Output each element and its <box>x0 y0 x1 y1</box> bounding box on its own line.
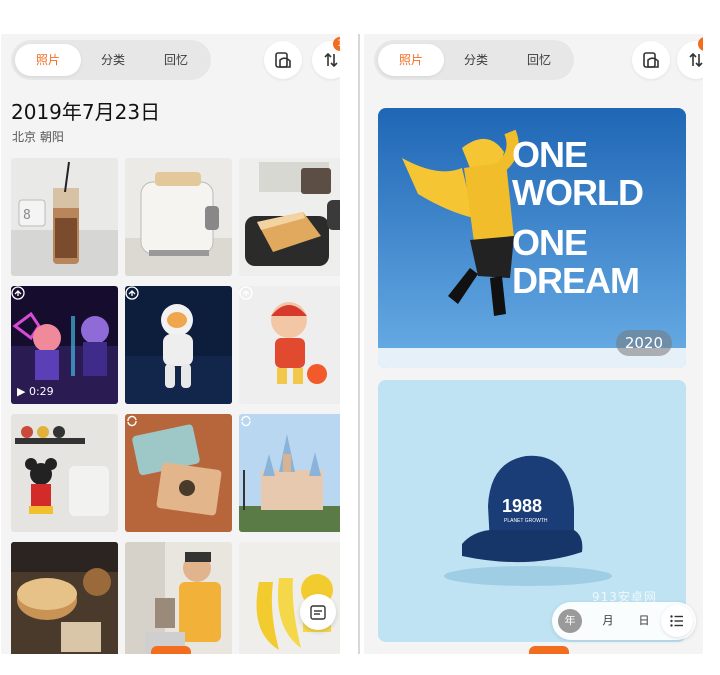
sync-icon <box>241 415 251 427</box>
video-duration-text: 0:29 <box>28 385 54 398</box>
album-icon <box>643 52 659 68</box>
year-label: 2020 <box>615 330 672 356</box>
list-icon <box>670 615 683 627</box>
view-tab-bar: 照片 分类 回忆 <box>11 40 211 80</box>
video-duration: ▶ 0:29 <box>17 385 54 398</box>
notification-badge: 12 <box>698 37 703 51</box>
scale-month[interactable]: 月 <box>596 609 620 633</box>
svg-text:8: 8 <box>23 208 31 223</box>
photo-thumb-cooking[interactable] <box>125 542 232 654</box>
photo-thumb-boy-figure[interactable] <box>239 286 340 404</box>
scale-year[interactable]: 年 <box>558 609 582 633</box>
poster-line-2: ONE DREAM <box>512 222 640 301</box>
cap-sub-text: PLANET GROWTH <box>504 518 548 524</box>
screen-divider <box>358 34 360 654</box>
photo-thumb-coffee[interactable]: 8 <box>11 158 118 276</box>
scale-day[interactable]: 日 <box>632 609 656 633</box>
photo-thumb-toast[interactable] <box>239 158 340 276</box>
list-view-button[interactable] <box>661 605 693 637</box>
cloud-upload-icon <box>239 286 253 300</box>
tab-memories[interactable]: 回忆 <box>145 44 207 76</box>
cloud-upload-icon <box>11 286 25 300</box>
bottom-nav-indicator <box>151 646 191 654</box>
cloud-upload-icon <box>125 286 139 300</box>
poster-text: ONE WORLD ONE DREAM <box>512 136 686 300</box>
time-scale-switcher: 年 月 日 <box>552 602 696 640</box>
location-label: 北京 朝阳 <box>12 130 64 144</box>
photo-thumb-pie[interactable] <box>11 542 118 654</box>
tab-categories[interactable]: 分类 <box>83 44 143 76</box>
view-tab-bar: 照片 分类 回忆 <box>374 40 574 80</box>
poster-line-1: ONE WORLD <box>512 134 644 213</box>
tab-photos[interactable]: 照片 <box>15 44 81 76</box>
photo-thumb-castle[interactable] <box>239 414 340 532</box>
calendar-icon <box>310 605 326 620</box>
photo-thumb-astronaut[interactable] <box>125 286 232 404</box>
sort-arrows-icon <box>324 52 338 68</box>
sort-arrows-icon <box>689 52 703 68</box>
photo-thumb-neon-figures[interactable]: ▶ 0:29 <box>11 286 118 404</box>
photo-thumb-tickets[interactable] <box>125 414 232 532</box>
notification-badge: 12 <box>333 37 340 51</box>
sort-button[interactable]: 12 <box>312 37 340 79</box>
album-button[interactable] <box>264 41 302 79</box>
album-button[interactable] <box>632 41 670 79</box>
date-title: 2019年7月23日 <box>11 100 161 124</box>
bottom-nav-indicator <box>529 646 569 654</box>
sort-button[interactable]: 12 <box>677 37 703 79</box>
tab-categories[interactable]: 分类 <box>446 44 506 76</box>
album-icon <box>275 52 291 68</box>
tab-photos[interactable]: 照片 <box>378 44 444 76</box>
date-picker-button[interactable] <box>300 594 336 630</box>
photos-screen-day-view: 照片 分类 回忆 12 2019年7月23日 北京 朝阳 8 ▶ 0:29 <box>1 34 340 654</box>
photo-thumb-toaster[interactable] <box>125 158 232 276</box>
photo-thumb-mickey-shelf[interactable] <box>11 414 118 532</box>
cap-logo-text: 1988 <box>502 496 543 516</box>
tab-memories[interactable]: 回忆 <box>508 44 570 76</box>
year-album-card-2020[interactable]: ONE WORLD ONE DREAM 2020 <box>378 108 686 368</box>
photos-screen-year-view: 照片 分类 回忆 12 <box>364 34 703 654</box>
sync-icon <box>127 415 137 427</box>
